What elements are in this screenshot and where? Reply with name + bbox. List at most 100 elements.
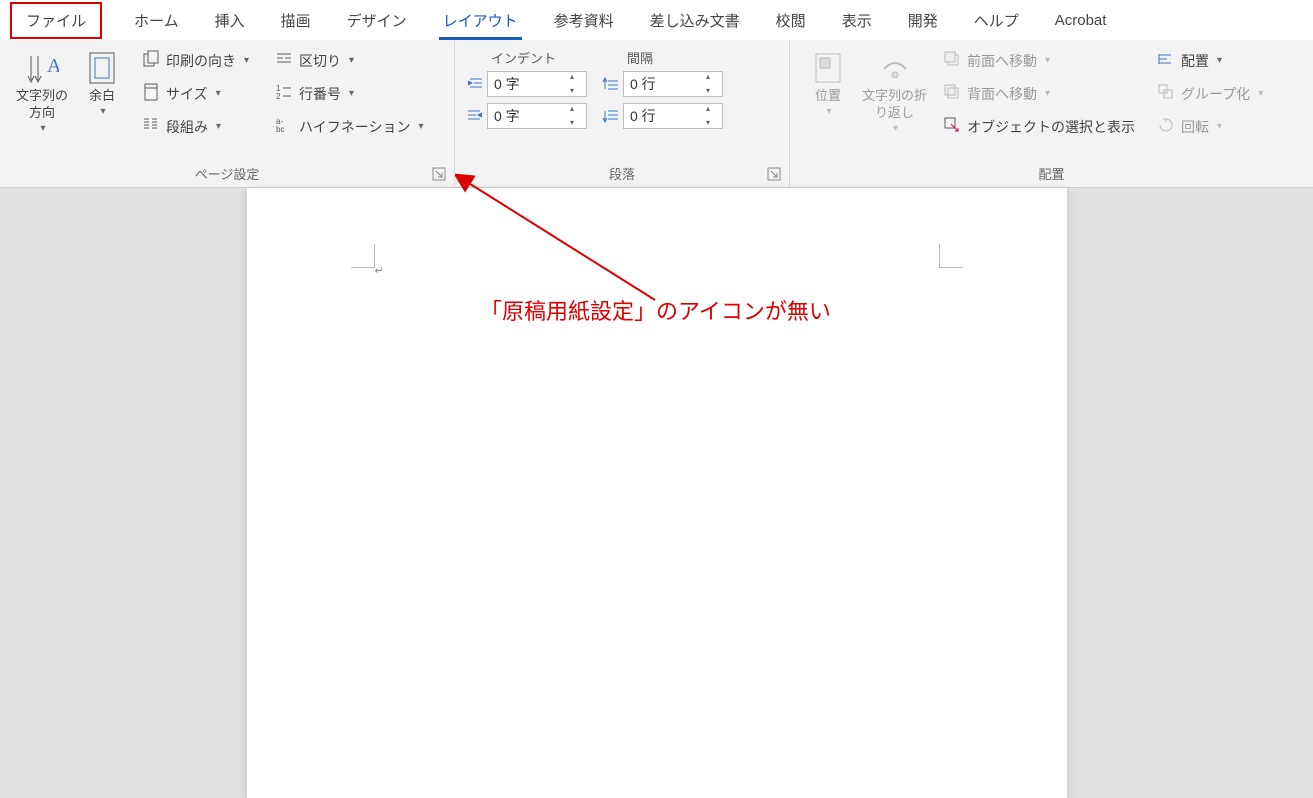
indent-left-input[interactable]: 0 字▴▾ — [487, 71, 587, 97]
group-page-setup: A 文字列の 方向 ▾ 余白 ▾ 印刷の向き ▾ — [0, 40, 455, 187]
space-after-input[interactable]: 0 行▴▾ — [623, 103, 723, 129]
indent-left-icon — [465, 74, 485, 94]
tab-file[interactable]: ファイル — [10, 2, 102, 39]
line-numbers-button[interactable]: 12 行番号 ▾ — [271, 79, 427, 108]
chevron-down-icon: ▾ — [419, 121, 424, 132]
text-direction-button[interactable]: A 文字列の 方向 ▾ — [10, 46, 74, 137]
tab-view[interactable]: 表示 — [824, 2, 890, 39]
size-icon — [142, 83, 160, 104]
tab-home[interactable]: ホーム — [116, 2, 197, 39]
breaks-button[interactable]: 区切り ▾ — [271, 46, 427, 75]
tab-review[interactable]: 校閲 — [758, 2, 824, 39]
margins-icon — [87, 48, 117, 88]
margins-button[interactable]: 余白 ▾ — [74, 46, 130, 120]
indent-right-input[interactable]: 0 字▴▾ — [487, 103, 587, 129]
size-button[interactable]: サイズ ▾ — [138, 79, 253, 108]
space-before-input[interactable]: 0 行▴▾ — [623, 71, 723, 97]
orientation-icon — [142, 50, 160, 71]
page-setup-dialog-launcher[interactable] — [432, 167, 446, 181]
columns-button[interactable]: 段組み ▾ — [138, 112, 253, 141]
group-arrange: 位置 ▾ 文字列の折 り返し ▾ 前面へ移動 ▾ 背面へ移動 ▾ — [790, 40, 1313, 187]
text-direction-label: 文字列の 方向 — [16, 88, 68, 122]
orientation-button[interactable]: 印刷の向き ▾ — [138, 46, 253, 75]
hyphenation-icon: a-bc — [275, 116, 293, 137]
send-backward-icon — [943, 83, 961, 104]
tab-layout[interactable]: レイアウト — [425, 2, 536, 39]
margin-corner-top-left — [351, 244, 375, 268]
hyphenation-label: ハイフネーション — [299, 117, 410, 137]
hyphenation-button[interactable]: a-bc ハイフネーション ▾ — [271, 112, 427, 141]
tab-insert[interactable]: 挿入 — [197, 2, 263, 39]
tab-draw[interactable]: 描画 — [263, 2, 329, 39]
chevron-down-icon: ▾ — [216, 121, 221, 132]
tab-mailings[interactable]: 差し込み文書 — [632, 2, 758, 39]
paragraph-dialog-launcher[interactable] — [767, 167, 781, 181]
align-icon — [1157, 50, 1175, 71]
position-button: 位置 ▾ — [800, 46, 856, 120]
ribbon-tabs: ファイル ホーム 挿入 描画 デザイン レイアウト 参考資料 差し込み文書 校閲… — [0, 0, 1313, 40]
chevron-down-icon: ▾ — [1217, 55, 1222, 66]
rotate-label: 回転 — [1181, 117, 1209, 137]
selection-pane-label: オブジェクトの選択と表示 — [967, 117, 1135, 137]
align-button[interactable]: 配置 ▾ — [1153, 46, 1267, 75]
chevron-down-icon: ▾ — [1217, 121, 1222, 132]
position-label: 位置 — [815, 88, 841, 105]
group-icon — [1157, 83, 1175, 104]
tab-developer[interactable]: 開発 — [890, 2, 956, 39]
chevron-down-icon: ▾ — [40, 122, 45, 135]
group-label-page-setup: ページ設定 — [10, 160, 444, 185]
rotate-button: 回転 ▾ — [1153, 112, 1267, 141]
chevron-down-icon: ▾ — [216, 88, 221, 99]
indent-header: インデント — [465, 46, 556, 71]
wrap-label: 文字列の折 り返し — [862, 88, 927, 122]
tab-acrobat[interactable]: Acrobat — [1037, 4, 1125, 37]
selection-pane-icon — [943, 116, 961, 137]
indent-right-icon — [465, 106, 485, 126]
document-area: ↵ — [0, 188, 1313, 798]
group-objects-label: グループ化 — [1181, 84, 1250, 104]
breaks-label: 区切り — [299, 51, 341, 71]
chevron-down-icon: ▾ — [244, 55, 249, 66]
bring-forward-button: 前面へ移動 ▾ — [939, 46, 1139, 75]
breaks-icon — [275, 50, 293, 71]
columns-icon — [142, 116, 160, 137]
group-label-paragraph: 段落 — [465, 160, 779, 185]
margins-label: 余白 — [89, 88, 115, 105]
selection-pane-button[interactable]: オブジェクトの選択と表示 — [939, 112, 1139, 141]
chevron-down-icon: ▾ — [349, 88, 354, 99]
space-after-icon — [601, 106, 621, 126]
wrap-icon — [878, 48, 912, 88]
align-label: 配置 — [1181, 51, 1209, 71]
bring-forward-label: 前面へ移動 — [967, 51, 1037, 71]
space-before-icon — [601, 74, 621, 94]
bring-forward-icon — [943, 50, 961, 71]
cursor-mark: ↵ — [375, 264, 384, 277]
chevron-down-icon: ▾ — [1258, 88, 1263, 99]
chevron-down-icon: ▾ — [101, 105, 106, 118]
chevron-down-icon: ▾ — [1045, 55, 1050, 66]
chevron-down-icon: ▾ — [349, 55, 354, 66]
group-objects-button: グループ化 ▾ — [1153, 79, 1267, 108]
group-paragraph: インデント 0 字▴▾ 0 字▴▾ 間隔 0 行▴▾ 0 行▴ — [455, 40, 790, 187]
tab-references[interactable]: 参考資料 — [536, 2, 632, 39]
svg-text:2: 2 — [276, 92, 281, 101]
columns-label: 段組み — [166, 117, 208, 137]
tab-design[interactable]: デザイン — [329, 2, 425, 39]
tab-help[interactable]: ヘルプ — [956, 2, 1037, 39]
svg-text:A: A — [47, 55, 59, 77]
margin-corner-top-right — [939, 244, 963, 268]
spacing-header: 間隔 — [601, 46, 653, 71]
size-label: サイズ — [166, 84, 208, 104]
annotation-text: 「原稿用紙設定」のアイコンが無い — [480, 294, 831, 326]
rotate-icon — [1157, 116, 1175, 137]
chevron-down-icon: ▾ — [893, 122, 898, 135]
line-numbers-icon: 12 — [275, 83, 293, 104]
text-direction-icon: A — [25, 48, 59, 88]
chevron-down-icon: ▾ — [1045, 88, 1050, 99]
document-page[interactable]: ↵ — [247, 188, 1067, 798]
orientation-label: 印刷の向き — [166, 51, 236, 71]
wrap-button: 文字列の折 り返し ▾ — [856, 46, 933, 137]
line-numbers-label: 行番号 — [299, 84, 341, 104]
ribbon-bar: A 文字列の 方向 ▾ 余白 ▾ 印刷の向き ▾ — [0, 40, 1313, 188]
send-backward-button: 背面へ移動 ▾ — [939, 79, 1139, 108]
